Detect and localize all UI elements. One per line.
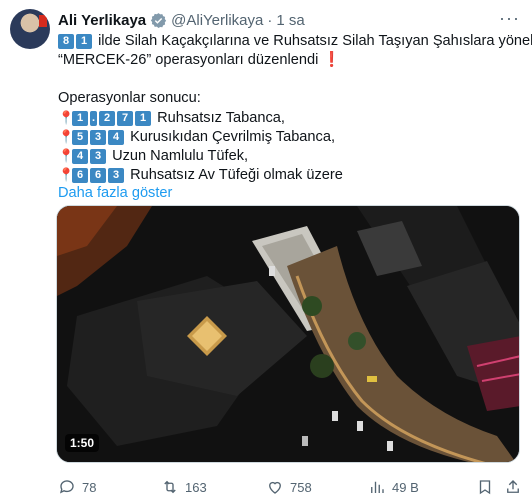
verified-badge-icon [150,12,167,29]
timestamp[interactable]: 1 sa [276,12,304,29]
views-button[interactable]: 49 B [368,478,419,496]
repost-button[interactable]: 163 [161,478,207,496]
tweet-header: Ali Yerlikaya @AliYerlikaya · 1 sa [58,10,305,30]
repost-count: 163 [185,479,207,495]
action-bar: 78 163 758 49 B [58,478,520,498]
view-count: 49 B [392,479,419,495]
bookmark-icon [479,480,491,495]
pin-icon: 📍 [58,167,75,182]
keycap: . [90,111,97,126]
tweet-line-2: “MERCEK-26” operasyonları düzenlendi ❗ [58,51,520,70]
keycap: 4 [72,149,88,164]
pin-icon: 📍 [58,129,75,144]
share-button[interactable] [504,478,528,496]
keycap: 6 [90,168,106,183]
result-item-text: Ruhsatsız Av Tüfeği olmak üzere [130,167,343,183]
keycap: 3 [90,130,106,145]
keycap: 8 [58,34,74,49]
reply-button[interactable]: 78 [58,478,96,496]
results-title: Operasyonlar sonucu: [58,90,201,106]
result-item-text: Ruhsatsız Tabanca, [157,110,285,126]
like-count: 758 [290,479,312,495]
result-item: 📍 6 6 3 Ruhsatsız Av Tüfeği olmak üzere [58,165,520,184]
keycap: 7 [117,111,133,126]
exclamation-icon: ❗ [322,52,341,68]
video-duration: 1:50 [65,434,100,452]
author-name[interactable]: Ali Yerlikaya [58,12,146,29]
flag-icon [39,15,47,27]
tweet-line-1: 81 ilde Silah Kaçakçılarına ve Ruhsatsız… [58,32,532,51]
tweet-line-1-text: ilde Silah Kaçakçılarına ve Ruhsatsız Si… [98,33,532,49]
more-options-icon[interactable]: ··· [499,8,520,29]
like-button[interactable]: 758 [266,478,312,496]
bar-chart-icon [371,481,384,493]
tweet-line-2-text: “MERCEK-26” operasyonları düzenlendi [58,52,319,68]
result-item-text: Kurusıkıdan Çevrilmiş Tabanca, [130,129,336,145]
separator-dot: · [267,11,273,29]
result-item: 📍 1. 2 7 1 Ruhsatsız Tabanca, [58,108,520,127]
result-item: 📍 4 3 Uzun Namlulu Tüfek, [58,146,520,165]
pin-icon: 📍 [58,110,75,125]
bookmark-button[interactable] [476,478,500,496]
tweet-card[interactable]: Ali Yerlikaya @AliYerlikaya · 1 sa ··· 8… [0,0,532,502]
keycap: 2 [99,111,115,126]
keycap: 1 [76,34,92,49]
author-handle[interactable]: @AliYerlikaya [171,12,263,29]
share-icon [507,480,519,493]
tweet-text: 81 ilde Silah Kaçakçılarına ve Ruhsatsız… [58,32,532,203]
heart-icon [269,481,281,494]
keycap: 6 [72,168,88,183]
keycap: 1 [72,111,88,126]
show-more-link[interactable]: Daha fazla göster [58,184,520,203]
reply-count: 78 [82,479,97,495]
result-item: 📍 5 3 4 Kurusıkıdan Çevrilmiş Tabanca, [58,127,520,146]
keycap: 5 [72,130,88,145]
avatar[interactable] [10,9,50,49]
reply-icon [59,480,74,494]
pin-icon: 📍 [58,148,75,163]
video-player[interactable]: 1:50 [56,205,520,463]
result-item-text: Uzun Namlulu Tüfek, [112,148,249,164]
keycap: 3 [108,168,124,183]
repost-icon [164,480,176,494]
video-thumbnail [57,206,519,462]
keycap: 3 [90,149,106,164]
keycap: 1 [135,111,151,126]
keycap: 4 [108,130,124,145]
